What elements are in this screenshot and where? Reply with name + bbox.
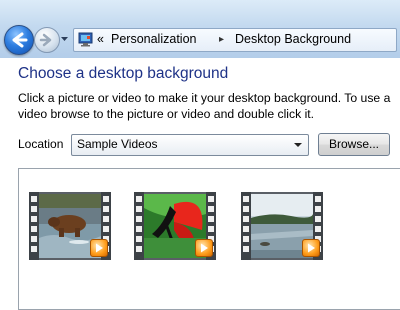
browse-button[interactable]: Browse... [318, 133, 390, 156]
breadcrumb-personalization[interactable]: Personalization [111, 32, 196, 47]
forward-button[interactable] [34, 27, 60, 53]
breadcrumb-prefix[interactable]: « [97, 32, 104, 47]
chevron-right-icon[interactable]: ▸ [219, 32, 224, 47]
breadcrumb-desktop-background[interactable]: Desktop Background [235, 32, 351, 47]
address-bar[interactable]: « Personalization ▸ Desktop Background [73, 28, 397, 52]
control-panel-icon [78, 32, 93, 47]
video-thumbnail-butterfly[interactable] [134, 192, 216, 260]
film-frame [134, 192, 216, 260]
film-frame [241, 192, 323, 260]
video-thumbnail-bear[interactable] [29, 192, 111, 260]
location-selected-value: Sample Videos [77, 137, 158, 151]
page-description: Click a picture or video to make it your… [18, 91, 391, 121]
video-thumbnail-lake[interactable] [241, 192, 323, 260]
navigation-bar: « Personalization ▸ Desktop Background [0, 0, 400, 58]
play-icon [90, 239, 108, 257]
location-dropdown[interactable]: Sample Videos [71, 134, 309, 156]
back-button[interactable] [4, 25, 34, 55]
chevron-down-icon [294, 143, 302, 147]
film-frame [29, 192, 111, 260]
play-icon [302, 239, 320, 257]
arrow-left-icon [12, 32, 28, 48]
play-icon [195, 239, 213, 257]
arrow-right-icon [39, 33, 52, 47]
location-label: Location [18, 137, 64, 151]
recent-pages-dropdown[interactable] [60, 33, 69, 45]
page-title: Choose a desktop background [18, 65, 229, 82]
